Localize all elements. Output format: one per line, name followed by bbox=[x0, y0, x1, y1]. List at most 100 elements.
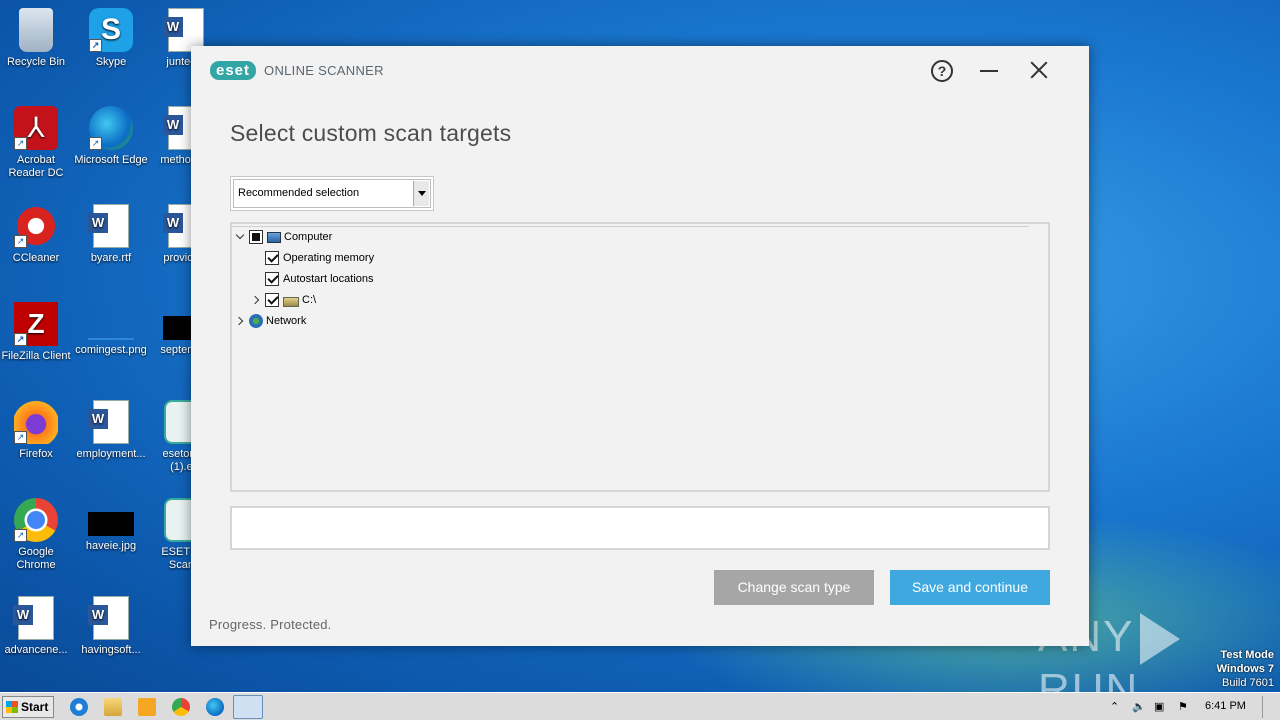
desktop-icon-haveie[interactable]: haveie.jpg bbox=[73, 498, 149, 553]
help-button[interactable]: ? bbox=[931, 60, 953, 82]
desktop-icon-skype[interactable]: S ↗ Skype bbox=[73, 8, 149, 69]
desktop-icon-label: Skype bbox=[95, 56, 127, 68]
tree-node-label: Computer bbox=[284, 231, 333, 243]
word-document-icon bbox=[88, 204, 129, 248]
chevron-right-icon[interactable] bbox=[236, 316, 246, 326]
word-document-icon bbox=[13, 596, 54, 640]
acrobat-icon: ⅄ ↗ bbox=[14, 106, 58, 150]
shortcut-arrow-icon: ↗ bbox=[14, 529, 27, 542]
internet-explorer-icon[interactable] bbox=[70, 698, 88, 716]
eset-logo-text: ONLINE SCANNER bbox=[264, 63, 384, 78]
chevron-down-icon[interactable] bbox=[413, 181, 429, 206]
tree-node-autostart-locations[interactable]: Autostart locations bbox=[265, 270, 374, 288]
tree-node-computer[interactable]: Computer bbox=[236, 228, 332, 246]
checkbox-c-drive[interactable] bbox=[265, 293, 279, 307]
desktop-icon-label: haveie.jpg bbox=[85, 540, 137, 552]
tree-node-label: Network bbox=[266, 315, 307, 327]
checkbox-computer[interactable] bbox=[249, 230, 263, 244]
filezilla-icon: Z ↗ bbox=[14, 302, 58, 346]
drive-icon bbox=[283, 296, 299, 307]
media-player-icon[interactable] bbox=[138, 698, 156, 716]
test-mode-text: Test Mode bbox=[1220, 649, 1274, 661]
chevron-right-icon[interactable] bbox=[252, 295, 262, 305]
desktop-icon-filezilla[interactable]: Z ↗ FileZilla Client bbox=[0, 302, 74, 363]
desktop-icon-label: havingsoft... bbox=[81, 644, 141, 656]
selection-status-box bbox=[230, 506, 1050, 550]
desktop-icon-recycle-bin[interactable]: Recycle Bin bbox=[0, 8, 74, 69]
eset-logo-badge: eset bbox=[210, 61, 257, 80]
word-document-icon bbox=[88, 400, 129, 444]
desktop-icon-havingsoft[interactable]: havingsoft... bbox=[73, 596, 149, 657]
network-tray-icon[interactable]: ▣ bbox=[1154, 700, 1168, 714]
desktop-icon-byare[interactable]: byare.rtf bbox=[73, 204, 149, 265]
desktop-icon-chrome[interactable]: ↗ Google Chrome bbox=[0, 498, 74, 572]
desktop-icon-employment[interactable]: employment... bbox=[73, 400, 149, 461]
scan-selection-dropdown[interactable]: Recommended selection bbox=[230, 176, 434, 211]
edge-icon[interactable] bbox=[206, 698, 224, 716]
desktop-icon-label: employment... bbox=[76, 448, 146, 460]
shortcut-arrow-icon: ↗ bbox=[14, 431, 27, 444]
word-document-icon bbox=[88, 596, 129, 640]
checkbox-autostart-locations[interactable] bbox=[265, 272, 279, 286]
desktop-icon-edge[interactable]: ↗ Microsoft Edge bbox=[73, 106, 149, 167]
scan-targets-tree[interactable]: Computer Operating memory Autostart loca… bbox=[230, 222, 1050, 492]
desktop-icon-comingest[interactable]: comingest.png bbox=[73, 302, 149, 357]
tree-node-c-drive[interactable]: C:\ bbox=[252, 291, 316, 309]
tree-node-label: Operating memory bbox=[283, 252, 375, 264]
checkbox-operating-memory[interactable] bbox=[265, 251, 279, 265]
play-icon bbox=[1140, 613, 1181, 666]
desktop-icon-acrobat[interactable]: ⅄ ↗ Acrobat Reader DC bbox=[0, 106, 74, 180]
chrome-icon: ↗ bbox=[14, 498, 58, 542]
shortcut-arrow-icon: ↗ bbox=[14, 235, 27, 248]
tree-node-operating-memory[interactable]: Operating memory bbox=[265, 249, 374, 267]
os-version-text: Windows 7 bbox=[1216, 663, 1274, 675]
tree-node-network[interactable]: Network bbox=[236, 312, 306, 330]
action-center-flag-icon[interactable]: ⚑ bbox=[1178, 700, 1192, 714]
page-title: Select custom scan targets bbox=[230, 120, 512, 146]
file-explorer-icon[interactable] bbox=[104, 698, 122, 716]
eset-taskbar-button[interactable] bbox=[233, 695, 263, 719]
taskbar: Start ⌃ 🔈 ▣ ⚑ 6:41 PM bbox=[0, 692, 1280, 720]
shortcut-arrow-icon: ↗ bbox=[89, 39, 102, 52]
desktop-icon-label: Acrobat Reader DC bbox=[8, 154, 64, 179]
desktop-icon-firefox[interactable]: ↗ Firefox bbox=[0, 400, 74, 461]
os-test-mode-badge: Test Mode Windows 7 Build 7601 bbox=[1217, 648, 1274, 690]
skype-icon: S ↗ bbox=[89, 8, 133, 52]
desktop-icon-label: comingest.png bbox=[75, 344, 147, 356]
shortcut-arrow-icon: ↗ bbox=[14, 333, 27, 346]
shortcut-arrow-icon: ↗ bbox=[89, 137, 102, 150]
dropdown-selected-value: Recommended selection bbox=[238, 187, 360, 199]
desktop-icon-label: CCleaner bbox=[12, 252, 60, 264]
shortcut-arrow-icon: ↗ bbox=[14, 137, 27, 150]
desktop-icon-label: Microsoft Edge bbox=[74, 154, 148, 166]
start-button[interactable]: Start bbox=[2, 696, 54, 718]
taskbar-clock[interactable]: 6:41 PM bbox=[1205, 700, 1246, 712]
minimize-button[interactable] bbox=[980, 70, 998, 72]
desktop-icon-advancene[interactable]: advancene... bbox=[0, 596, 74, 657]
image-file-icon bbox=[88, 316, 134, 340]
change-scan-type-button[interactable]: Change scan type bbox=[714, 570, 874, 605]
chrome-icon[interactable] bbox=[172, 698, 190, 716]
eset-online-scanner-window: eset ONLINE SCANNER ? Select custom scan… bbox=[191, 46, 1089, 646]
desktop-icon-ccleaner[interactable]: ↗ CCleaner bbox=[0, 204, 74, 265]
desktop-icon-label: advancene... bbox=[4, 644, 68, 656]
watermark-right-text: RUN bbox=[1038, 665, 1140, 692]
edge-icon: ↗ bbox=[89, 106, 133, 150]
save-and-continue-button[interactable]: Save and continue bbox=[890, 570, 1050, 605]
close-button[interactable] bbox=[1027, 58, 1051, 82]
desktop-icon-label: byare.rtf bbox=[90, 252, 132, 264]
chevron-down-icon[interactable] bbox=[236, 232, 246, 242]
network-icon bbox=[249, 314, 263, 328]
eset-logo: eset ONLINE SCANNER bbox=[210, 61, 384, 80]
volume-icon[interactable]: 🔈 bbox=[1132, 700, 1146, 714]
firefox-icon: ↗ bbox=[14, 400, 58, 444]
chevron-up-icon[interactable]: ⌃ bbox=[1110, 700, 1124, 714]
desktop-icon-label: Firefox bbox=[19, 448, 53, 460]
desktop-icon-label: Google Chrome bbox=[16, 546, 56, 571]
recycle-bin-icon bbox=[19, 8, 53, 52]
os-build-text: Build 7601 bbox=[1222, 677, 1274, 689]
show-desktop-button[interactable] bbox=[1262, 696, 1278, 718]
image-file-icon bbox=[88, 512, 134, 536]
tree-node-label: Autostart locations bbox=[283, 273, 374, 285]
eset-tagline: Progress. Protected. bbox=[209, 617, 332, 632]
